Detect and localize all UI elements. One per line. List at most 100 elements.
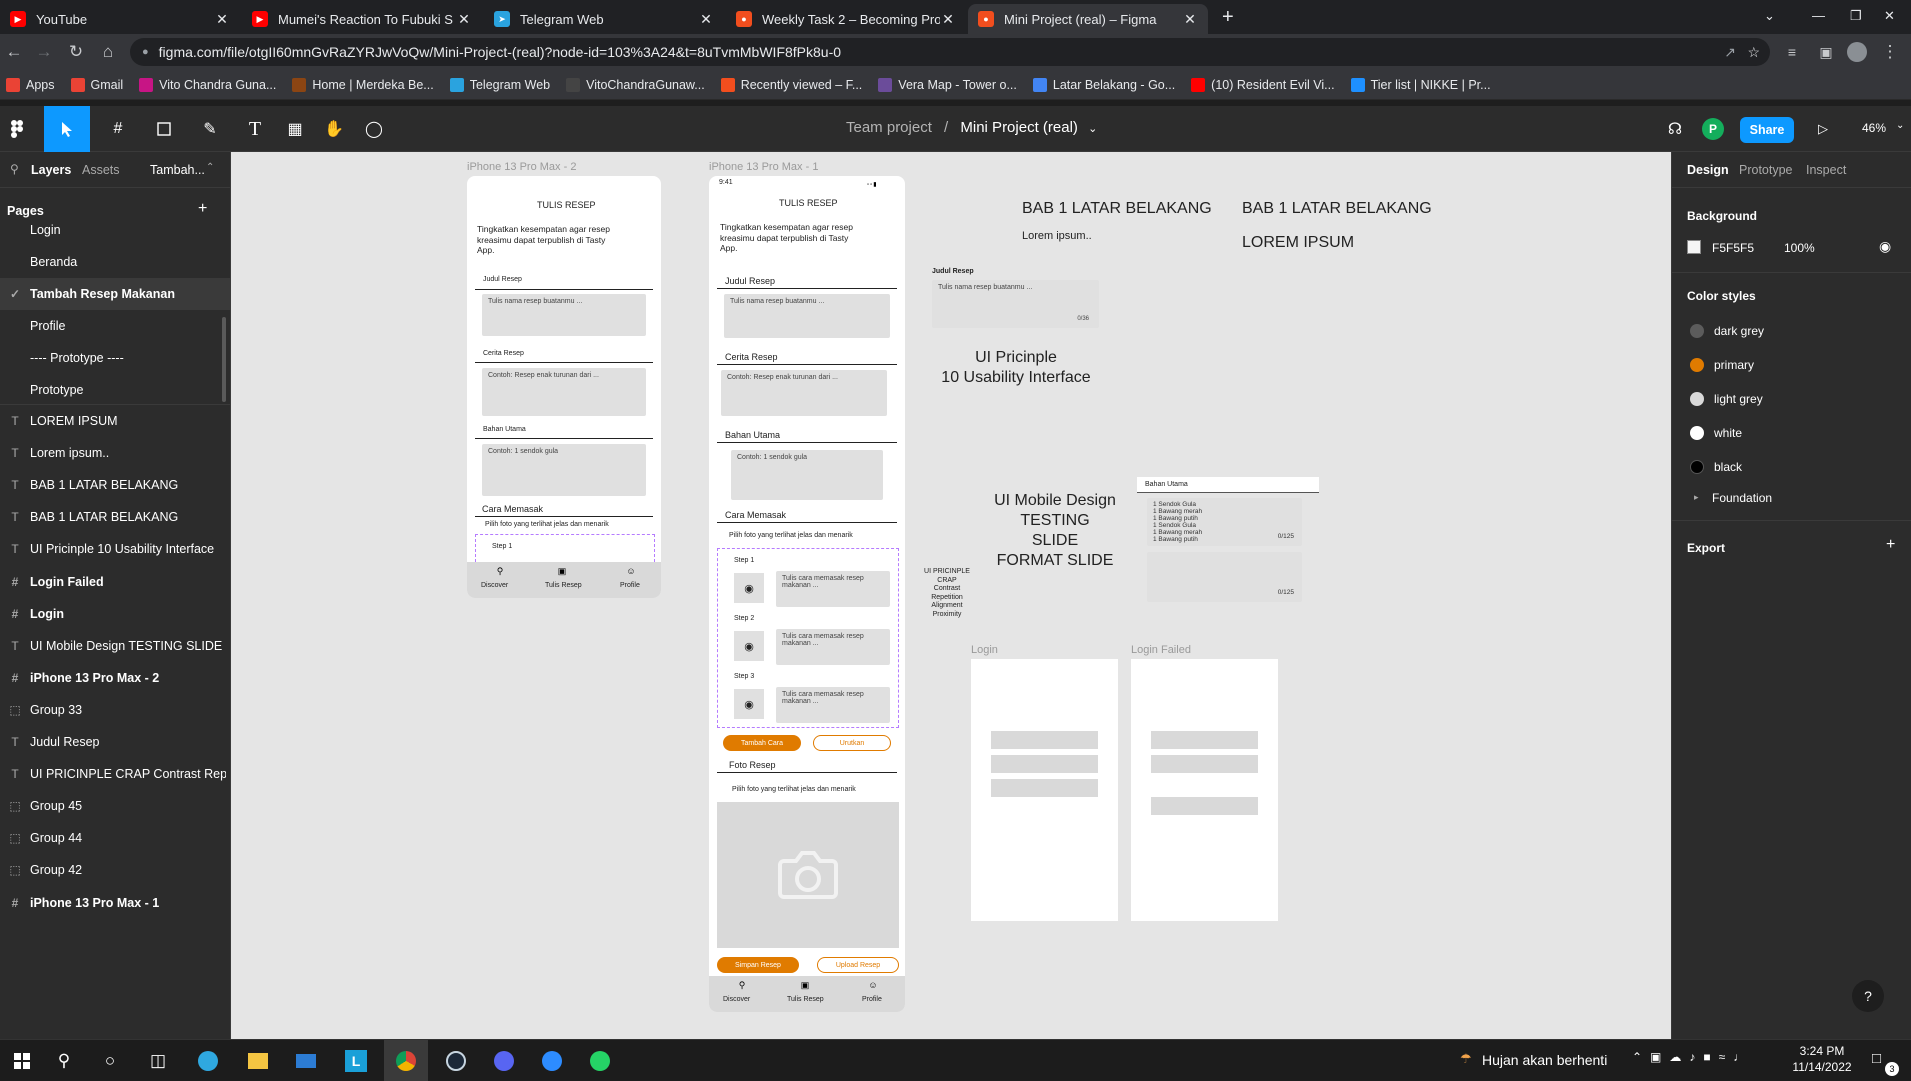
close-window-icon[interactable]: ✕ [1884,8,1895,24]
frame-iphone-1[interactable]: 9:41 ▫▫▮ TULIS RESEP Tingkatkan kesempat… [709,176,905,1012]
close-icon[interactable]: ✕ [698,11,714,28]
bookmark-item[interactable]: Apps [6,77,55,92]
nav-profile[interactable]: Profile [620,582,640,589]
tambah-cara-button[interactable]: Tambah Cara [723,735,801,751]
figma-menu-icon[interactable] [0,106,34,152]
present-play-icon[interactable]: ▷ [1810,106,1836,152]
tab-design[interactable]: Design [1687,163,1729,177]
file-explorer-icon[interactable] [236,1040,280,1081]
page-item[interactable]: Beranda [0,246,231,278]
cortana-icon[interactable]: ○ [88,1040,132,1081]
pages-scrollbar[interactable] [222,317,226,402]
bookmark-item[interactable]: Gmail [70,77,123,92]
nav-discover[interactable]: Discover [481,582,508,589]
tab-assets[interactable]: Assets [82,163,120,177]
bookmark-item[interactable]: Telegram Web [449,77,550,92]
nav-discover[interactable]: Discover [723,996,750,1003]
background-swatch[interactable] [1687,240,1701,254]
bahan-input-box[interactable]: 0/125 [1147,552,1302,602]
text-lorem-small[interactable]: Lorem ipsum.. [1022,230,1092,242]
mail-icon[interactable] [284,1040,328,1081]
bookmark-item[interactable]: VitoChandraGunaw... [566,77,705,92]
user-avatar[interactable]: P [1702,118,1724,140]
shape-tool-icon[interactable] [146,106,182,152]
tab-layers[interactable]: Layers [31,163,71,177]
minimize-icon[interactable]: — [1812,8,1825,23]
bookmark-item[interactable]: Recently viewed – F... [720,77,862,92]
tulis-resep-icon[interactable]: ▣ [552,566,572,577]
breadcrumb-team[interactable]: Team project [846,119,932,136]
help-button[interactable]: ? [1852,980,1884,1012]
page-item[interactable]: Login [0,224,231,246]
frame-title-login[interactable]: Login [971,644,998,656]
color-style-item[interactable]: dark grey [1690,324,1764,338]
new-tab-icon[interactable]: + [1222,6,1234,29]
page-item[interactable]: ✓ Tambah Resep Makanan [0,278,231,310]
bookmark-item[interactable]: Vito Chandra Guna... [139,77,276,92]
color-style-item[interactable]: white [1690,426,1742,440]
windows-start-icon[interactable] [0,1040,44,1081]
frame-login-failed[interactable] [1131,659,1278,921]
layer-item[interactable]: ⬚ Group 45 [0,790,231,822]
eye-icon[interactable]: ◉ [1879,238,1891,255]
bookmark-item[interactable]: Tier list | NIKKE | Pr... [1350,77,1491,92]
discover-icon[interactable]: ⚲ [727,980,757,991]
sidepanel-icon[interactable]: ▣ [1812,38,1840,66]
text-bab1-a[interactable]: BAB 1 LATAR BELAKANG [1022,200,1212,218]
layer-item[interactable]: T UI Pricinple 10 Usability Interface [0,533,231,565]
layer-item[interactable]: # iPhone 13 Pro Max - 2 [0,662,231,694]
reload-icon[interactable]: ↻ [62,38,90,66]
headphones-icon[interactable]: ☊ [1660,106,1690,152]
browser-tab[interactable]: ▶ YouTube ✕ [0,4,240,34]
foundation-folder[interactable]: Foundation [1712,491,1772,505]
frame-login[interactable] [971,659,1118,921]
discord-icon[interactable] [482,1040,526,1081]
chrome-icon[interactable] [384,1040,428,1081]
urutkan-button[interactable]: Urutkan [813,735,891,751]
text-tool-icon[interactable]: T [240,106,270,152]
upload-resep-button[interactable]: Upload Resep [817,957,899,973]
whatsapp-icon[interactable] [578,1040,622,1081]
forward-icon[interactable]: → [30,38,58,66]
share-button[interactable]: Share [1740,117,1794,143]
close-icon[interactable]: ✕ [1182,11,1198,28]
reading-list-icon[interactable]: ≡ [1778,38,1806,66]
share-page-icon[interactable]: ↗ [1724,44,1736,61]
layer-item[interactable]: ⬚ Group 44 [0,822,231,854]
chevron-right-icon[interactable]: ▸ [1694,492,1699,503]
profile-icon[interactable]: ☺ [621,566,641,576]
current-page-dropdown[interactable]: Tambah... [150,163,205,177]
text-bab1-b[interactable]: BAB 1 LATAR BELAKANG [1242,200,1432,218]
edge-icon[interactable] [186,1040,230,1081]
browser-tab[interactable]: ▶ Mumei's Reaction To Fubuki S ✕ [242,4,482,34]
add-export-icon[interactable]: + [1886,536,1895,554]
frame-title-iphone-1[interactable]: iPhone 13 Pro Max - 1 [709,161,818,173]
restore-icon[interactable]: ❐ [1850,8,1862,24]
resources-icon[interactable]: ▦ [280,106,310,152]
zoom-icon[interactable] [530,1040,574,1081]
camera-icon[interactable]: ◉ [734,573,764,603]
nav-tulis-resep[interactable]: Tulis Resep [787,996,824,1003]
profile-icon[interactable]: ☺ [863,980,883,990]
close-icon[interactable]: ✕ [214,11,230,28]
color-style-item[interactable]: light grey [1690,392,1763,406]
cerita-resep-input[interactable]: Contoh: Resep enak turunan dari ... [482,368,646,416]
layer-item[interactable]: T UI PRICINPLE CRAP Contrast Rep... [0,758,231,790]
camera-icon[interactable]: ◉ [734,689,764,719]
back-icon[interactable]: ← [0,38,28,66]
nav-tulis-resep[interactable]: Tulis Resep [545,582,582,589]
page-item[interactable]: Profile [0,310,231,342]
address-bar[interactable]: ● figma.com/file/otgII60mnGvRaZYRJwVoQw/… [130,38,1770,66]
page-item[interactable]: ---- Prototype ---- [0,342,231,374]
bookmark-star-icon[interactable]: ☆ [1747,44,1760,61]
chrome-menu-icon[interactable]: ⋮ [1876,38,1904,66]
notification-icon[interactable]: □ [1872,1050,1881,1067]
move-tool-icon[interactable] [44,106,90,152]
judul-resep-input[interactable]: Tulis nama resep buatanmu ... [724,294,890,338]
tab-search-icon[interactable]: ⌄ [1764,8,1775,24]
layer-item[interactable]: T Judul Resep [0,726,231,758]
frame-title-iphone-2[interactable]: iPhone 13 Pro Max - 2 [467,161,576,173]
frame-iphone-2[interactable]: TULIS RESEP Tingkatkan kesempatan agar r… [467,176,661,598]
bahan-utama-input[interactable]: Contoh: 1 sendok gula [482,444,646,496]
browser-tab[interactable]: ➤ Telegram Web ✕ [484,4,724,34]
